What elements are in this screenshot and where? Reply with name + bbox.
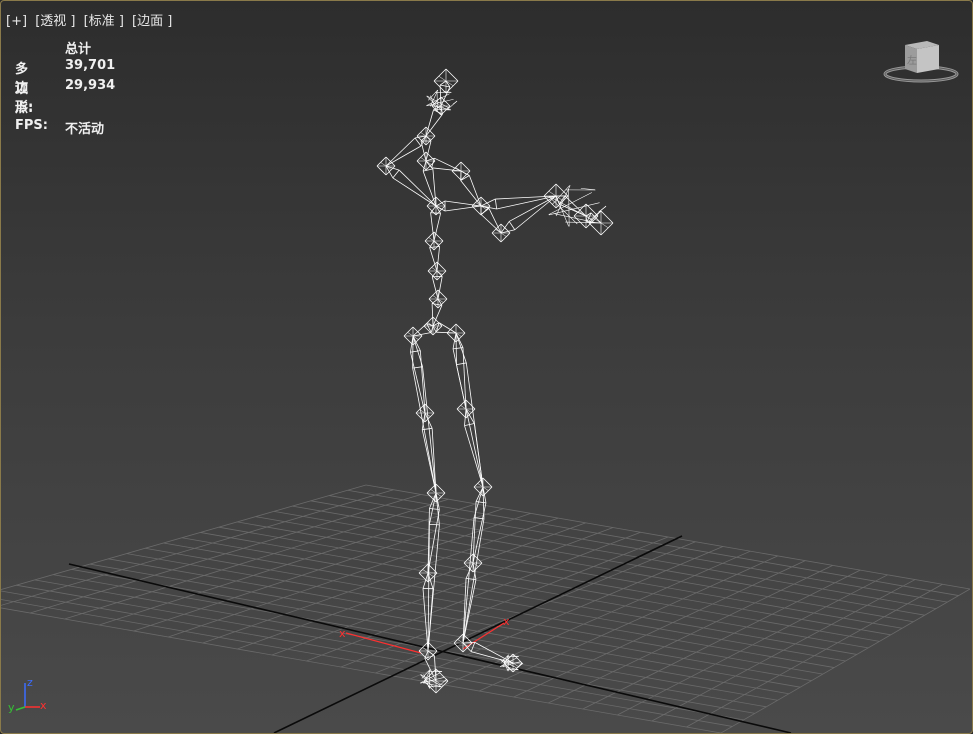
grid-line [409, 546, 724, 680]
vertices-value: 29,934 [65, 78, 116, 93]
tripod-y-label: y [8, 701, 15, 714]
gizmo-x2-axis [462, 622, 505, 650]
grid-line [617, 574, 888, 716]
joint-armL [471, 196, 491, 216]
joint-elbowL [451, 161, 471, 181]
polygons-value: 39,701 [65, 58, 116, 73]
viewport-perspective[interactable]: x x [+] [透视 ] [标准 ] [边面 ] 总计 多边形: 39,701 … [0, 0, 973, 734]
joint-kneeL [415, 403, 435, 423]
viewport-point-of-view-menu[interactable]: [透视 ] [35, 14, 75, 29]
bone [385, 135, 427, 167]
scene-canvas[interactable]: x x [1, 1, 972, 733]
stats-header: 总计 [65, 42, 92, 57]
fps-label: FPS: [15, 118, 48, 133]
joint-ankR [463, 553, 483, 573]
grid-major-line [273, 535, 683, 733]
grid-line [145, 547, 835, 668]
bone [455, 332, 484, 488]
viewcube-face-label: 左 [907, 54, 917, 67]
joint-neck [416, 126, 436, 146]
joint-shinL [426, 483, 446, 503]
viewport-general-menu[interactable]: [+] [6, 14, 27, 29]
bone [460, 170, 482, 207]
joint-head [433, 68, 459, 94]
fps-value: 不活动 [65, 122, 105, 137]
bone [425, 105, 443, 137]
tripod-z-label: z [27, 676, 33, 689]
joint-spine3 [428, 289, 448, 309]
grid-line [16, 584, 756, 714]
viewport-display-mode-menu[interactable]: [边面 ] [132, 14, 172, 29]
joint-hipL [403, 326, 423, 346]
joint-hipR [446, 323, 466, 343]
grid-line [163, 542, 846, 662]
tripod-x-label: x [40, 699, 47, 712]
axis-tripod: z x y [7, 676, 53, 719]
viewport-menu-labels: [+] [透视 ] [标准 ] [边面 ] [6, 10, 176, 29]
viewport-shading-menu[interactable]: [标准 ] [84, 14, 124, 29]
joint-shC [416, 151, 436, 171]
grid-line [1, 590, 744, 721]
joint-spine2 [427, 261, 447, 281]
viewcube[interactable]: 左 [883, 39, 959, 85]
skeleton-wireframe [376, 68, 614, 694]
grid-line [444, 550, 751, 686]
viewcube-right-face [917, 45, 939, 73]
gizmo-x-label: x [339, 627, 346, 640]
bone [462, 641, 514, 664]
grid-line [1, 599, 733, 727]
joint-kneeR [456, 399, 476, 419]
grid-line [52, 574, 778, 701]
ground-grid [1, 484, 971, 733]
grid-line [89, 563, 801, 688]
grid-line [34, 579, 767, 708]
bone [500, 195, 557, 234]
gizmo-x2-label: x [503, 615, 510, 628]
grid-line [686, 583, 943, 728]
grid-line [720, 588, 971, 733]
bone [480, 205, 502, 234]
joint-spine1 [424, 231, 444, 251]
mesh-cluster [548, 185, 607, 227]
vertices-label: 顶点: [15, 82, 34, 116]
joint-shinR [473, 477, 493, 497]
